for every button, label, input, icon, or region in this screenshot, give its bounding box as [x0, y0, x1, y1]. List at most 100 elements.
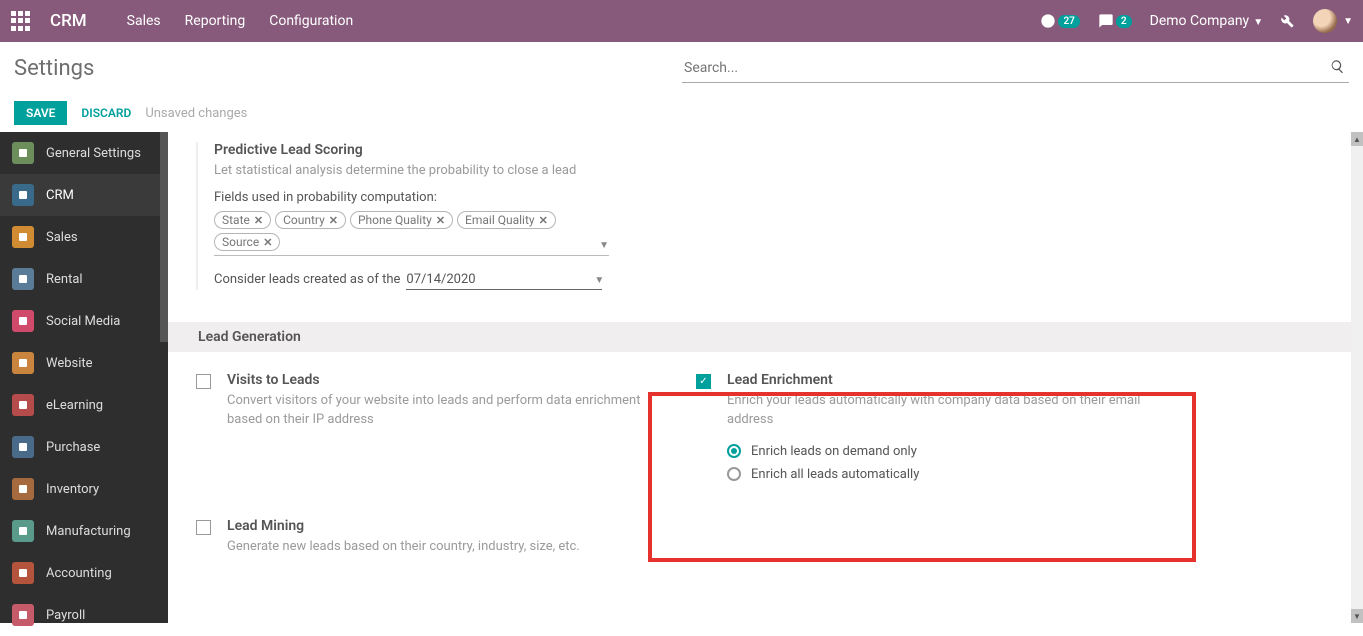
pls-tag: State ✕: [214, 211, 271, 229]
sidebar-item-label: Social Media: [46, 314, 120, 329]
sidebar-item-general-settings[interactable]: General Settings: [0, 132, 168, 174]
pls-tag: Email Quality ✕: [457, 211, 556, 229]
radio-icon: [727, 444, 741, 458]
nav-reporting[interactable]: Reporting: [185, 13, 246, 29]
sidebar-item-label: Purchase: [46, 440, 100, 455]
pls-tag: Source ✕: [214, 233, 280, 251]
setting-lead-enrichment: ✓ Lead Enrichment Enrich your leads auto…: [696, 372, 1166, 490]
apps-grid-icon[interactable]: [10, 10, 32, 32]
discuss-indicator[interactable]: 2: [1098, 13, 1132, 29]
app-icon: [12, 478, 34, 500]
debug-wrench-icon[interactable]: [1279, 13, 1295, 29]
sidebar-item-label: eLearning: [46, 398, 103, 413]
company-selector[interactable]: Demo Company▼: [1150, 13, 1263, 29]
app-icon: [12, 310, 34, 332]
search-input[interactable]: [682, 54, 1349, 83]
enrich-title: Lead Enrichment: [727, 372, 1166, 388]
app-icon: [12, 226, 34, 248]
sidebar-item-rental[interactable]: Rental: [0, 258, 168, 300]
user-caret-icon: ▼: [1343, 16, 1353, 27]
app-icon: [12, 394, 34, 416]
sidebar-item-manufacturing[interactable]: Manufacturing: [0, 510, 168, 552]
settings-content: Predictive Lead Scoring Let statistical …: [168, 132, 1351, 623]
visits-checkbox[interactable]: [196, 374, 211, 389]
app-brand[interactable]: CRM: [50, 11, 87, 31]
tag-remove-icon[interactable]: ✕: [263, 236, 272, 249]
mining-checkbox[interactable]: [196, 520, 211, 535]
sidebar-item-website[interactable]: Website: [0, 342, 168, 384]
sidebar-item-purchase[interactable]: Purchase: [0, 426, 168, 468]
search-icon[interactable]: [1330, 59, 1345, 74]
tag-remove-icon[interactable]: ✕: [436, 214, 445, 227]
app-icon: [12, 142, 34, 164]
sidebar-item-label: Manufacturing: [46, 524, 131, 539]
pls-tag: Country ✕: [275, 211, 346, 229]
save-button[interactable]: SAVE: [14, 101, 67, 125]
pls-desc: Let statistical analysis determine the p…: [214, 162, 644, 180]
user-avatar[interactable]: [1313, 9, 1337, 33]
tag-remove-icon[interactable]: ✕: [329, 214, 338, 227]
company-name: Demo Company: [1150, 13, 1250, 29]
sidebar-item-label: General Settings: [46, 146, 141, 161]
sidebar-item-label: Rental: [46, 272, 83, 287]
app-icon: [12, 268, 34, 290]
nav-sales[interactable]: Sales: [127, 13, 161, 29]
pls-date-input[interactable]: 07/14/2020: [406, 270, 602, 290]
radio-icon: [727, 467, 741, 481]
sidebar-item-label: Payroll: [46, 608, 85, 623]
chat-icon: [1098, 13, 1114, 29]
activity-indicator[interactable]: 27: [1040, 13, 1079, 29]
settings-sidebar: General Settings CRM Sales Rental Social Med…: [0, 132, 168, 623]
sidebar-item-inventory[interactable]: Inventory: [0, 468, 168, 510]
sidebar-item-sales[interactable]: Sales: [0, 216, 168, 258]
setting-visits-to-leads: Visits to Leads Convert visitors of your…: [196, 372, 666, 490]
app-icon: [12, 352, 34, 374]
discard-button[interactable]: DISCARD: [81, 106, 131, 120]
enrich-radio-automatic[interactable]: Enrich all leads automatically: [727, 467, 1166, 482]
nav-configuration[interactable]: Configuration: [269, 13, 353, 29]
app-icon: [12, 562, 34, 584]
sidebar-item-payroll[interactable]: Payroll: [0, 594, 168, 636]
app-icon: [12, 184, 34, 206]
sidebar-item-elearning[interactable]: eLearning: [0, 384, 168, 426]
sidebar-item-label: Website: [46, 356, 93, 371]
visits-desc: Convert visitors of your website into le…: [227, 392, 666, 430]
pls-tag: Phone Quality ✕: [350, 211, 453, 229]
sidebar-item-label: Accounting: [46, 566, 112, 581]
scrollbar-track[interactable]: [1351, 132, 1363, 623]
page-title: Settings: [14, 56, 94, 81]
app-icon: [12, 436, 34, 458]
pls-fields-label: Fields used in probability computation:: [214, 190, 644, 205]
scroll-down-button[interactable]: ▼: [1351, 609, 1363, 623]
enrich-checkbox[interactable]: ✓: [696, 374, 711, 389]
tags-dropdown-caret-icon[interactable]: ▼: [599, 240, 609, 251]
action-bar: SAVE DISCARD Unsaved changes: [0, 95, 1363, 132]
breadcrumb-bar: Settings: [0, 42, 1363, 95]
tag-remove-icon[interactable]: ✕: [254, 214, 263, 227]
pls-tags-input[interactable]: State ✕Country ✕Phone Quality ✕Email Qua…: [214, 211, 609, 256]
sidebar-item-social-media[interactable]: Social Media: [0, 300, 168, 342]
mining-desc: Generate new leads based on their countr…: [227, 538, 580, 557]
visits-title: Visits to Leads: [227, 372, 666, 388]
clock-icon: [1040, 13, 1056, 29]
sidebar-item-crm[interactable]: CRM: [0, 174, 168, 216]
discuss-badge: 2: [1116, 15, 1132, 28]
app-icon: [12, 520, 34, 542]
sidebar-item-label: CRM: [46, 188, 74, 203]
enrich-radio-on-demand[interactable]: Enrich leads on demand only: [727, 444, 1166, 459]
pls-title: Predictive Lead Scoring: [214, 142, 644, 158]
pls-date-label: Consider leads created as of the: [214, 272, 400, 287]
mining-title: Lead Mining: [227, 518, 580, 534]
enrich-radio-group: Enrich leads on demand only Enrich all l…: [727, 444, 1166, 482]
sidebar-item-label: Sales: [46, 230, 78, 245]
setting-lead-mining: Lead Mining Generate new leads based on …: [196, 518, 666, 557]
tag-remove-icon[interactable]: ✕: [539, 214, 548, 227]
caret-down-icon: ▼: [1253, 17, 1263, 28]
scroll-up-button[interactable]: ▲: [1351, 132, 1363, 146]
leadgen-section-header: Lead Generation: [168, 322, 1351, 352]
enrich-desc: Enrich your leads automatically with com…: [727, 392, 1166, 430]
activity-badge: 27: [1058, 15, 1079, 28]
top-navbar: CRM Sales Reporting Configuration 27 2 D…: [0, 0, 1363, 42]
sidebar-item-accounting[interactable]: Accounting: [0, 552, 168, 594]
unsaved-status: Unsaved changes: [145, 106, 247, 121]
